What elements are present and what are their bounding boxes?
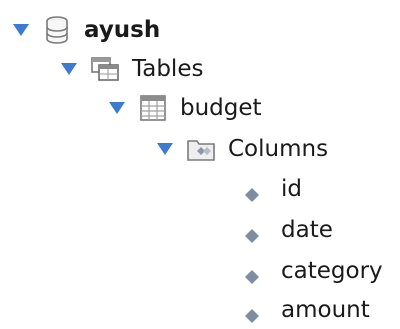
column-diamond-icon [245, 223, 259, 243]
column-label: date [281, 217, 333, 243]
column-item-id[interactable]: id [245, 167, 302, 211]
table-icon [138, 93, 168, 123]
tables-folder-label: Tables [132, 56, 204, 82]
tree-node-columns[interactable]: Columns [154, 127, 328, 171]
table-label: budget [180, 95, 262, 121]
expand-arrow-icon[interactable] [58, 58, 80, 80]
column-diamond-icon [245, 264, 259, 284]
expand-arrow-icon[interactable] [10, 19, 32, 41]
column-item-amount[interactable]: amount [245, 288, 370, 329]
columns-folder-label: Columns [228, 136, 329, 162]
column-label: amount [281, 297, 370, 323]
column-item-date[interactable]: date [245, 208, 333, 252]
tree-node-schema[interactable]: ayush [10, 8, 160, 52]
schema-label: ayush [84, 17, 161, 43]
tables-folder-icon [90, 54, 120, 84]
tree-node-tables[interactable]: Tables [58, 47, 203, 91]
expand-arrow-icon[interactable] [154, 138, 176, 160]
database-icon [42, 15, 72, 45]
schema-tree: ayush Tables budget Columns id date cate… [0, 0, 400, 329]
column-diamond-icon [245, 303, 259, 323]
column-diamond-icon [245, 182, 259, 202]
column-label: id [281, 176, 302, 202]
tree-node-table-budget[interactable]: budget [106, 86, 262, 130]
columns-folder-icon [186, 134, 216, 164]
expand-arrow-icon[interactable] [106, 97, 128, 119]
column-item-category[interactable]: category [245, 249, 383, 293]
column-label: category [281, 258, 383, 284]
